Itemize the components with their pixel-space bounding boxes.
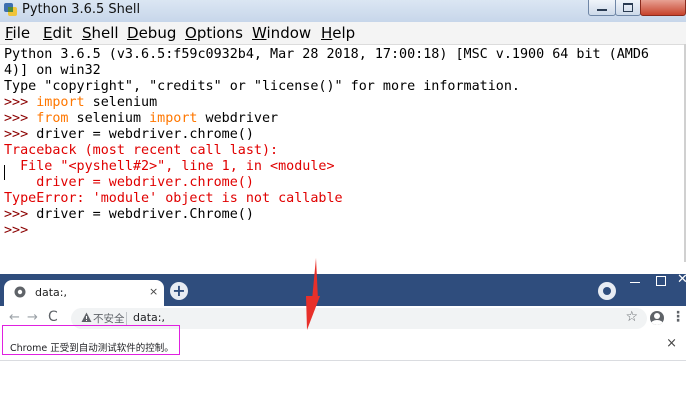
code-text: webdriver (197, 111, 279, 126)
star-icon[interactable]: ☆ (625, 309, 638, 325)
menu-edit[interactable]: Edit (43, 24, 72, 42)
menu-file[interactable]: File (5, 24, 30, 42)
highlight-box (2, 325, 180, 355)
shell-line: >>> import selenium (4, 95, 157, 111)
tab-close-icon[interactable]: × (149, 285, 158, 298)
menu-icon[interactable]: ⋮ (671, 309, 685, 325)
reload-icon[interactable]: C (48, 309, 58, 325)
shell-output-area[interactable]: Python 3.6.5 (v3.6.5:f59c0932b4, Mar 28 … (0, 45, 686, 262)
back-arrow-icon[interactable]: ← (9, 310, 20, 325)
insecure-label: 不安全 (93, 313, 125, 325)
shell-prompt: >>> (4, 111, 37, 126)
shell-line: >>> driver = webdriver.Chrome() (4, 207, 254, 223)
window-controls (588, 0, 686, 18)
chrome-minimize-icon[interactable] (630, 282, 640, 283)
banner-line: Python 3.6.5 (v3.6.5:f59c0932b4, Mar 28 … (4, 47, 649, 62)
traceback-error: TypeError: 'module' object is not callab… (4, 191, 343, 206)
browser-tab[interactable]: data:, × (4, 280, 164, 306)
forward-arrow-icon[interactable]: → (27, 310, 38, 325)
chrome-maximize-icon[interactable] (656, 276, 666, 286)
menu-window[interactable]: Window (252, 24, 311, 42)
idle-shell-window: Python 3.6.5 Shell File Edit Shell Debug… (0, 0, 686, 262)
shell-line: >>> driver = webdriver.chrome() (4, 127, 254, 143)
shell-prompt: >>> (4, 127, 37, 142)
shell-prompt: >>> (4, 207, 37, 222)
keyword: import (36, 95, 85, 110)
code-text: driver = webdriver.chrome() (36, 127, 254, 142)
address-separator (126, 312, 127, 325)
code-text: selenium (84, 95, 158, 110)
menu-shell[interactable]: Shell (82, 24, 119, 42)
keyword: import (149, 111, 198, 126)
url-text: data:, (133, 311, 165, 324)
infobar-close-icon[interactable]: × (666, 336, 677, 351)
traceback-code: driver = webdriver.chrome() (4, 175, 254, 190)
close-button[interactable] (640, 0, 686, 16)
traceback-header: Traceback (most recent call last): (4, 143, 279, 158)
text-caret (4, 165, 5, 180)
chrome-window: data:, × + ✕ ← → C 不安全 data:, ☆ ⋮ Chrome… (0, 272, 686, 415)
new-tab-button[interactable]: + (170, 282, 188, 300)
maximize-button[interactable] (615, 0, 641, 16)
menu-options[interactable]: Options (185, 24, 243, 42)
tab-title: data:, (35, 286, 67, 299)
shell-prompt: >>> (4, 95, 37, 110)
warning-icon (81, 312, 92, 322)
code-text: selenium (68, 111, 150, 126)
chrome-globe-icon (14, 286, 26, 298)
tab-strip: data:, × + ✕ (0, 272, 686, 306)
shell-line: >>> from selenium import webdriver (4, 111, 278, 127)
traceback-file: File "<pyshell#2>", line 1, in <module> (4, 159, 335, 174)
python-idle-icon (4, 3, 17, 16)
shell-prompt: >>> (4, 223, 29, 238)
chrome-close-icon[interactable]: ✕ (677, 272, 686, 287)
menu-help[interactable]: Help (321, 24, 355, 42)
account-icon[interactable] (650, 311, 664, 325)
keyword: from (36, 111, 69, 126)
banner-line: Type "copyright", "credits" or "license(… (4, 79, 520, 94)
profile-icon[interactable] (598, 282, 616, 300)
banner-line: 4)] on win32 (4, 63, 101, 78)
code-text: driver = webdriver.Chrome() (36, 207, 254, 222)
menu-debug[interactable]: Debug (127, 24, 176, 42)
idle-menu-bar: File Edit Shell Debug Options Window Hel… (0, 22, 686, 45)
idle-title-bar: Python 3.6.5 Shell (0, 0, 686, 23)
minimize-button[interactable] (588, 0, 616, 16)
idle-window-title: Python 3.6.5 Shell (22, 2, 141, 17)
